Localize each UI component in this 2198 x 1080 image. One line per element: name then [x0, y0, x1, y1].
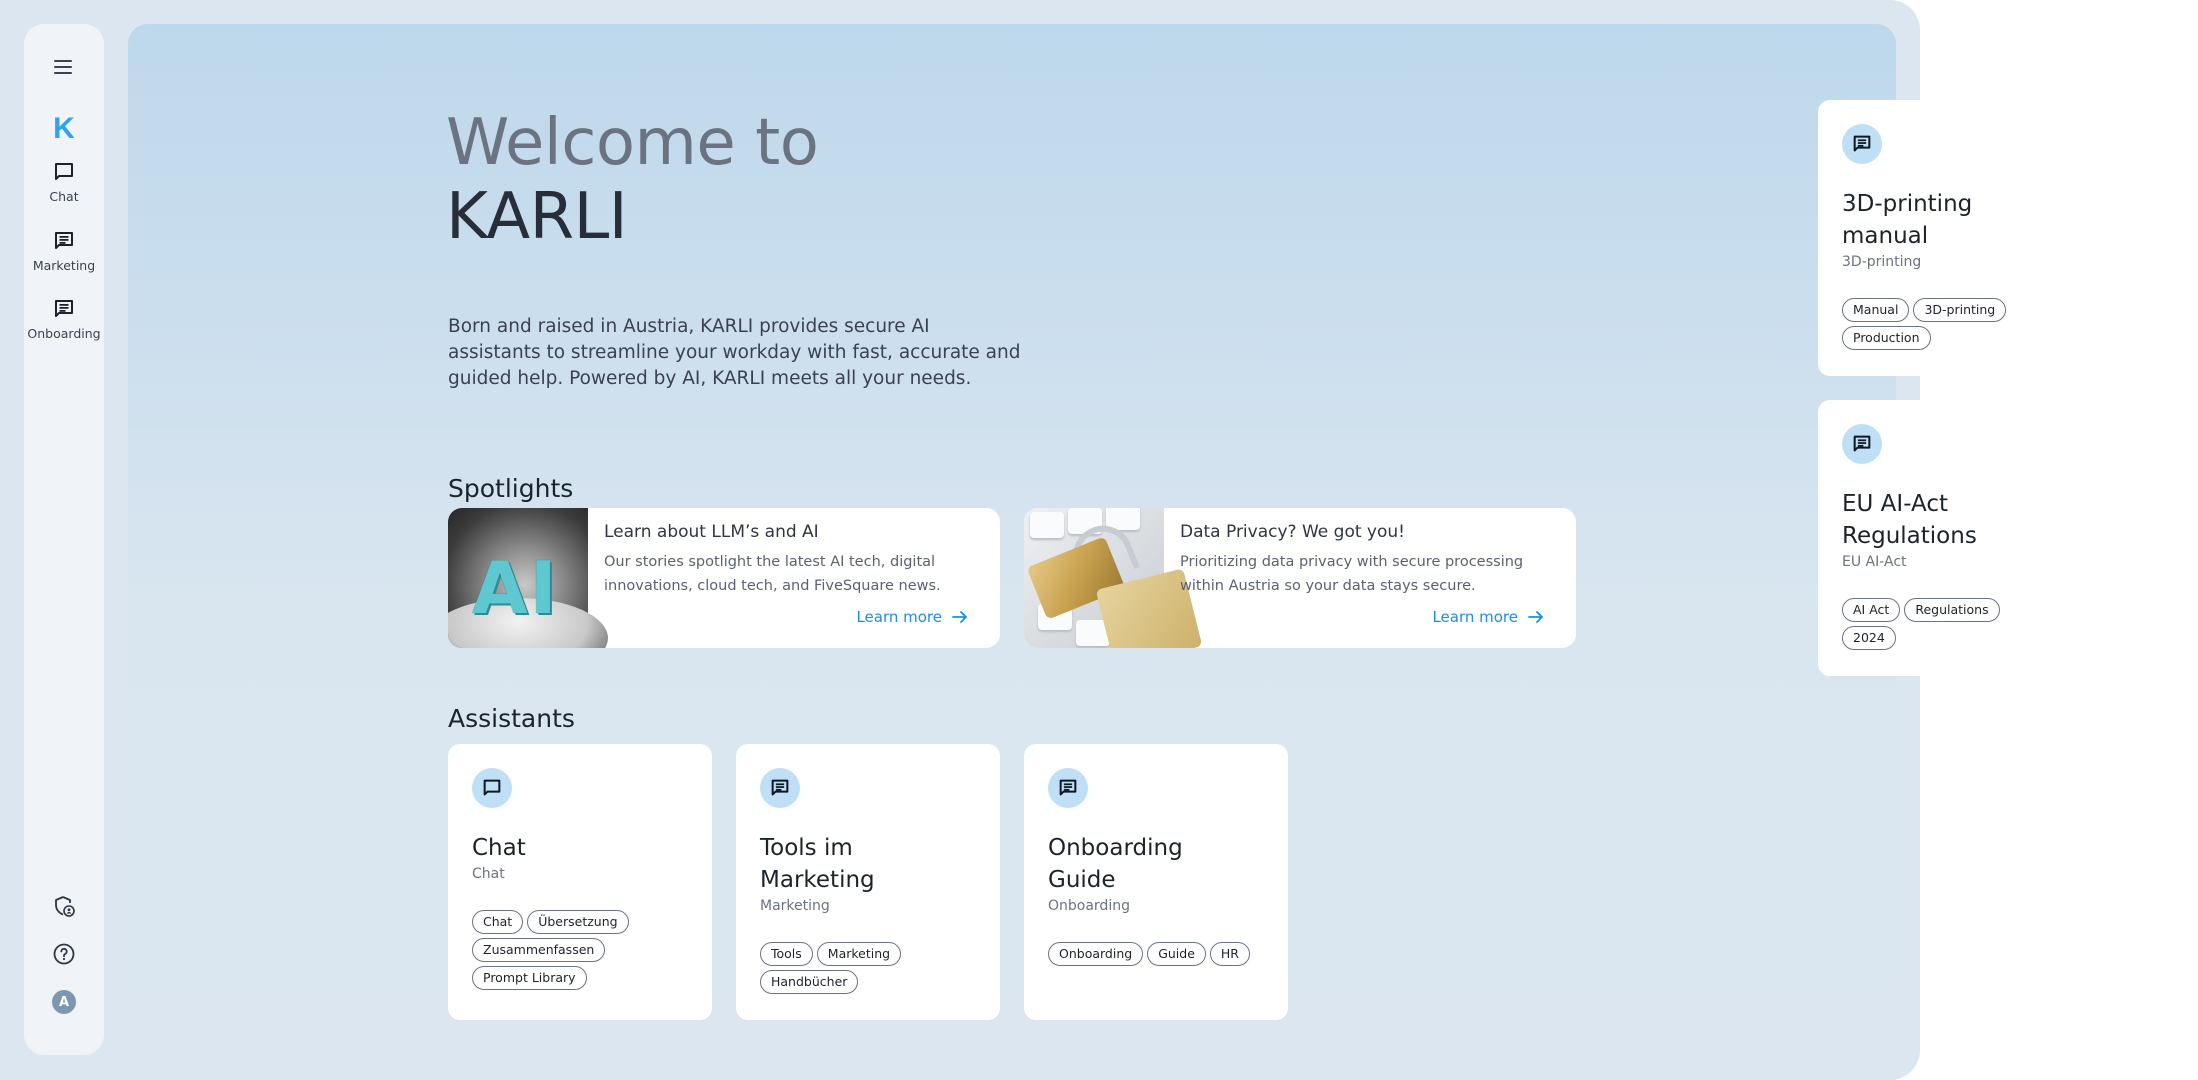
intro-text: Born and raised in Austria, KARLI provid… — [448, 316, 1021, 389]
spotlight-image-padlock — [1024, 508, 1203, 648]
assistant-category: Onboarding — [1048, 898, 1130, 914]
assistant-icon — [1842, 424, 1882, 464]
learn-more-label: Learn more — [856, 608, 942, 626]
sidebar-item-onboarding[interactable]: Onboarding — [24, 297, 104, 341]
assistant-category: Marketing — [760, 898, 830, 914]
assistant-name: EU AI-Act Regulations EU AI-Act — [1842, 488, 2092, 572]
spotlight-description: Our stories spotlight the latest AI tech… — [604, 554, 941, 594]
tag[interactable]: Production — [1842, 326, 1931, 350]
spotlight-title: Learn about LLM’s and AI — [604, 522, 819, 542]
assistant-icon — [1048, 768, 1088, 808]
spotlights-heading: Spotlights — [448, 474, 574, 503]
assistant-name: Tools im Marketing Marketing — [760, 832, 984, 916]
chat-text-icon — [1853, 435, 1871, 452]
tag[interactable]: Übersetzung — [527, 910, 629, 934]
learn-more-label: Learn more — [1432, 608, 1518, 626]
help-button[interactable] — [24, 942, 104, 966]
arrow-right-icon — [952, 611, 967, 623]
tag[interactable]: HR — [1209, 942, 1250, 966]
karli-logo[interactable]: K — [24, 112, 104, 146]
assistant-category: Chat — [472, 866, 505, 882]
brand-title: KARLI — [446, 180, 628, 254]
sidebar-item-marketing[interactable]: Marketing — [24, 229, 104, 273]
arrow-right-icon — [1528, 611, 1543, 623]
learn-more-link[interactable]: Learn more — [856, 608, 968, 626]
tag[interactable]: 3D-printing — [1913, 298, 2007, 322]
help-circle-icon — [53, 943, 75, 965]
tag[interactable]: Tools — [760, 942, 813, 966]
tag-list: Manual 3D-printing Production — [1842, 298, 2032, 350]
side-card-eu-ai-act[interactable]: EU AI-Act Regulations EU AI-Act AI Act R… — [1818, 400, 2108, 676]
tag-list: AI Act Regulations 2024 — [1842, 598, 2032, 650]
sidebar-item-label: Onboarding — [27, 326, 101, 341]
side-card-3d-printing[interactable]: 3D-printing manual 3D-printing Manual 3D… — [1818, 100, 2108, 376]
chat-bubble-outline-icon — [483, 779, 501, 796]
assistant-icon — [1842, 124, 1882, 164]
chat-text-icon — [55, 232, 73, 249]
privacy-button[interactable] — [24, 894, 104, 918]
sidebar: K Chat Marketing Onboarding A — [24, 24, 104, 1055]
assistant-card-marketing[interactable]: Tools im Marketing Marketing Tools Marke… — [736, 744, 1000, 1020]
learn-more-link[interactable]: Learn more — [1432, 608, 1544, 626]
tag[interactable]: Marketing — [816, 942, 902, 966]
main-panel — [128, 24, 1896, 1080]
assistant-icon — [760, 768, 800, 808]
assistant-icon — [472, 768, 512, 808]
sidebar-item-label: Chat — [49, 189, 79, 204]
spotlight-card-ai[interactable]: AI Learn about LLM’s and AI Our stories … — [448, 508, 1000, 648]
shield-user-icon — [55, 896, 75, 917]
tag-list: Chat Übersetzung Zusammenfassen Prompt L… — [472, 910, 700, 990]
chat-bubble-outline-icon — [55, 163, 73, 180]
sidebar-item-label: Marketing — [32, 258, 96, 273]
assistant-name: 3D-printing manual 3D-printing — [1842, 188, 2092, 272]
chat-text-icon — [1853, 135, 1871, 152]
spotlight-card-privacy[interactable]: Data Privacy? We got you! Prioritizing d… — [1024, 508, 1576, 648]
chat-text-icon — [55, 300, 73, 317]
tag[interactable]: Prompt Library — [472, 966, 587, 990]
assistant-category: 3D-printing — [1842, 254, 1922, 270]
assistants-heading: Assistants — [448, 704, 575, 733]
tag[interactable]: Zusammenfassen — [472, 938, 606, 962]
tag[interactable]: Handbücher — [760, 970, 859, 994]
tag[interactable]: Guide — [1147, 942, 1206, 966]
tag[interactable]: Onboarding — [1048, 942, 1144, 966]
sidebar-item-chat[interactable]: Chat — [24, 160, 104, 204]
avatar: A — [52, 990, 76, 1014]
spotlight-image-ai: AI — [448, 508, 608, 648]
spotlight-description: Prioritizing data privacy with secure pr… — [1180, 554, 1524, 594]
tag-list: Onboarding Guide HR — [1048, 942, 1276, 966]
chat-text-icon — [771, 779, 789, 796]
tag[interactable]: Regulations — [1904, 598, 2000, 622]
tag[interactable]: AI Act — [1842, 598, 1901, 622]
spotlight-title: Data Privacy? We got you! — [1180, 522, 1405, 542]
welcome-title: Welcome to — [446, 106, 819, 180]
hamburger-menu-icon[interactable] — [54, 58, 74, 78]
assistant-name: Chat Chat — [472, 832, 696, 884]
assistant-card-onboarding[interactable]: Onboarding Guide Onboarding Onboarding G… — [1024, 744, 1288, 1020]
user-avatar-button[interactable]: A — [24, 990, 104, 1014]
tag[interactable]: 2024 — [1842, 626, 1896, 650]
chat-text-icon — [1059, 779, 1077, 796]
tag[interactable]: Manual — [1842, 298, 1910, 322]
assistant-card-chat[interactable]: Chat Chat Chat Übersetzung Zusammenfasse… — [448, 744, 712, 1020]
tag[interactable]: Chat — [472, 910, 524, 934]
tag-list: Tools Marketing Handbücher — [760, 942, 988, 994]
assistant-category: EU AI-Act — [1842, 554, 1907, 570]
assistant-name: Onboarding Guide Onboarding — [1048, 832, 1272, 916]
